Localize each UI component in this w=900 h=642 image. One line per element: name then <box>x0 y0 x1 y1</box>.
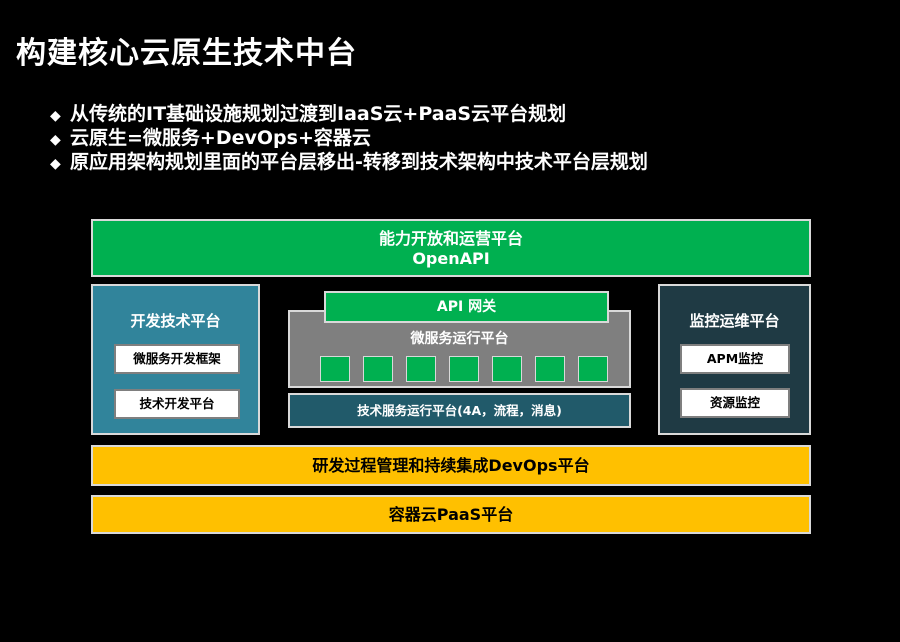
devops-platform-bar: 研发过程管理和持续集成DevOps平台 <box>91 445 811 486</box>
tech-service-runtime-box: 技术服务运行平台(4A，流程，消息) <box>288 393 631 428</box>
openapi-platform-box: 能力开放和运营平台 OpenAPI <box>91 219 811 277</box>
service-node <box>492 356 522 382</box>
tech-dev-platform-item: 技术开发平台 <box>114 389 240 419</box>
bullet-text: 云原生=微服务+DevOps+容器云 <box>70 127 371 149</box>
service-node <box>406 356 436 382</box>
bullet-item: ◆ 云原生=微服务+DevOps+容器云 <box>50 126 648 150</box>
dev-tech-platform-title: 开发技术平台 <box>130 312 221 330</box>
service-node <box>363 356 393 382</box>
bullet-text: 从传统的IT基础设施规划过渡到IaaS云+PaaS云平台规划 <box>70 103 567 125</box>
microservice-runtime-title: 微服务运行平台 <box>410 331 509 347</box>
monitoring-platform-title: 监控运维平台 <box>689 312 780 330</box>
microservice-framework-item: 微服务开发框架 <box>114 344 240 374</box>
page-title: 构建核心云原生技术中台 <box>16 36 357 71</box>
diamond-icon: ◆ <box>50 132 61 148</box>
diamond-icon: ◆ <box>50 156 61 172</box>
bullet-item: ◆ 从传统的IT基础设施规划过渡到IaaS云+PaaS云平台规划 <box>50 102 648 126</box>
service-node <box>578 356 608 382</box>
service-node <box>320 356 350 382</box>
service-node <box>449 356 479 382</box>
openapi-platform-title: 能力开放和运营平台 <box>378 229 523 248</box>
resource-monitoring-item: 资源监控 <box>680 388 790 418</box>
bullet-text: 原应用架构规划里面的平台层移出-转移到技术架构中技术平台层规划 <box>70 151 648 173</box>
paas-platform-bar: 容器云PaaS平台 <box>91 495 811 534</box>
service-node <box>535 356 565 382</box>
bullet-item: ◆ 原应用架构规划里面的平台层移出-转移到技术架构中技术平台层规划 <box>50 150 648 174</box>
diamond-icon: ◆ <box>50 108 61 124</box>
apm-monitoring-item: APM监控 <box>680 344 790 374</box>
openapi-label: OpenAPI <box>412 249 490 268</box>
bullet-list: ◆ 从传统的IT基础设施规划过渡到IaaS云+PaaS云平台规划 ◆ 云原生=微服务… <box>50 102 648 174</box>
api-gateway-box: API 网关 <box>324 291 609 323</box>
